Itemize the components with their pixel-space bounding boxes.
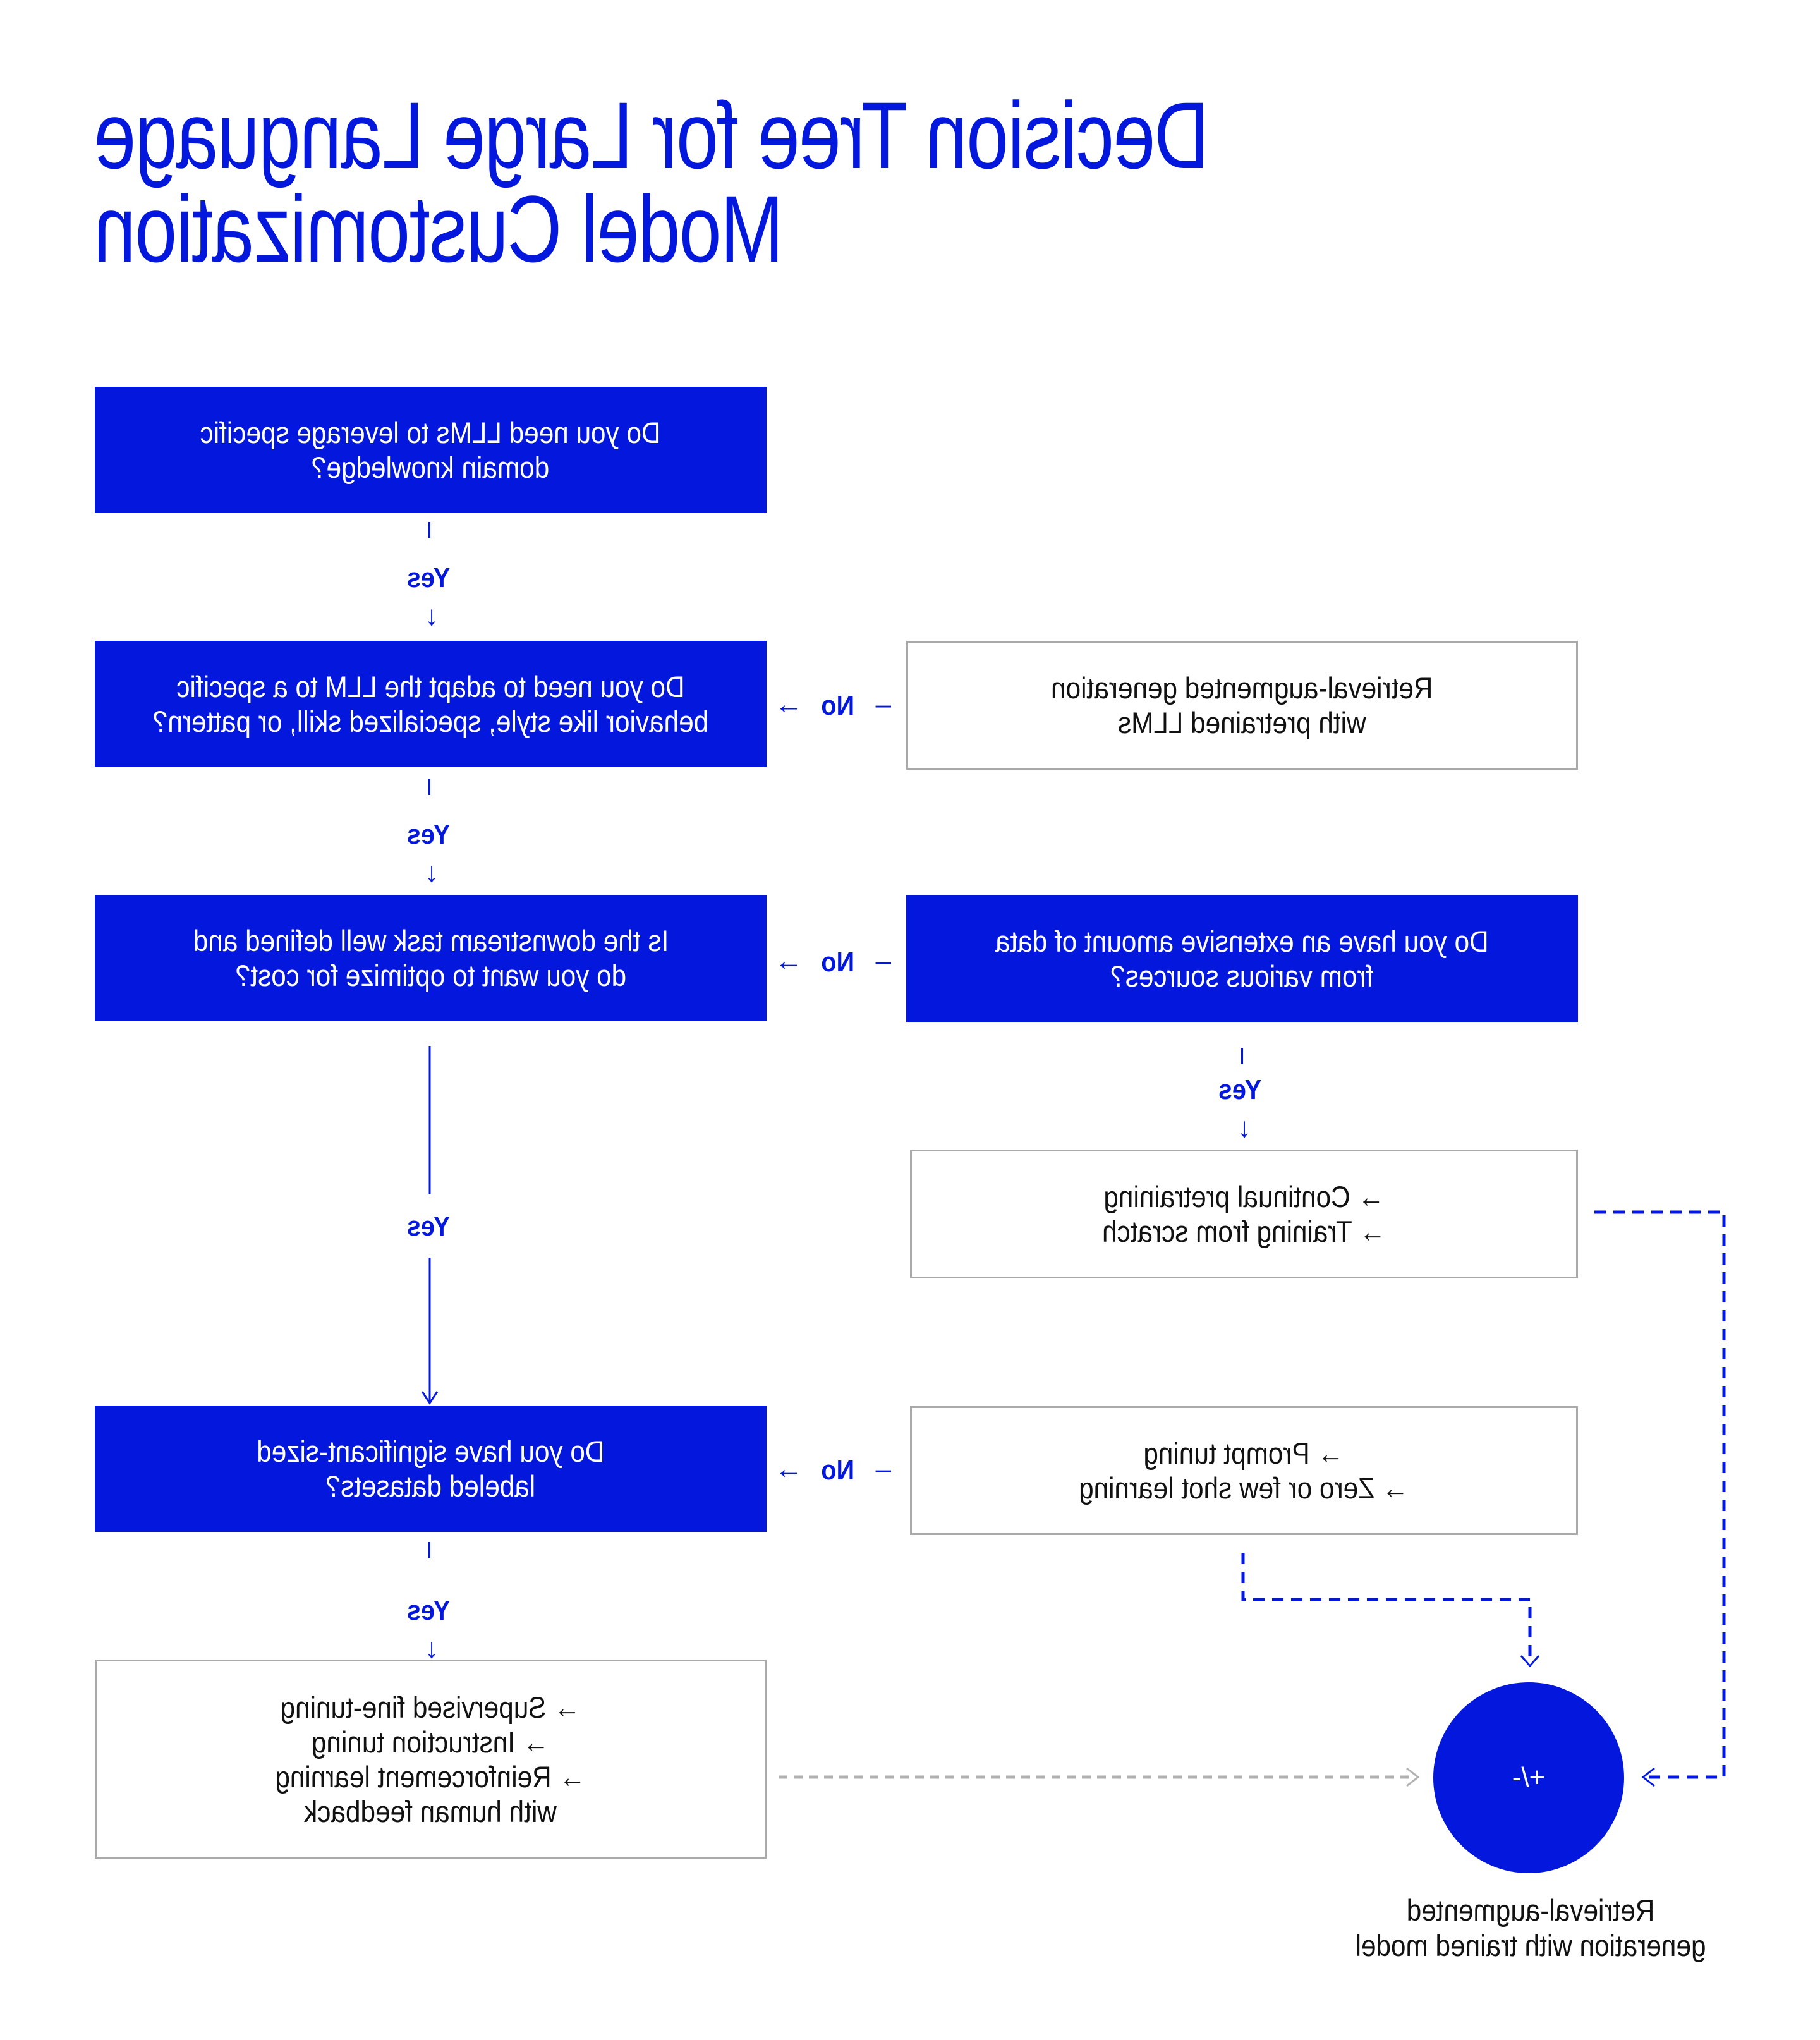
answer-line: → Instruction tuning	[312, 1725, 550, 1759]
arrowhead-circle-right	[1406, 1767, 1420, 1787]
question-line: Do you have an extensive amount of data	[995, 924, 1489, 958]
answer-prompt: → Prompt tuning → Zero or few shot learn…	[910, 1406, 1578, 1535]
dashed-connector-pretraining	[1594, 1210, 1726, 1779]
arrow-right-icon: →	[775, 1454, 803, 1484]
arrow-down-icon: ↓	[425, 1633, 439, 1664]
question-line: Do you have significant-sized	[257, 1435, 605, 1468]
title-line-1: Decision Tree for Large Language	[95, 82, 1210, 188]
question-extensive-data: Do you have an extensive amount of data …	[906, 895, 1578, 1022]
title-line-2: Model Customization	[95, 176, 784, 282]
question-task-defined: Is the downstream task well defined and …	[95, 895, 767, 1021]
rag-trained-model-label: Retrieval-augmented generation with trai…	[1332, 1893, 1730, 1964]
answer-line: → Reinforcement learning	[275, 1759, 586, 1794]
yes-label: Yes	[1218, 1074, 1262, 1105]
answer-pretraining: → Continual pretraining → Training from …	[910, 1150, 1578, 1278]
page-title: Decision Tree for Large Language Model C…	[95, 82, 1210, 282]
connector-tick	[425, 522, 435, 547]
arrow-down-icon: ↓	[1237, 1112, 1251, 1143]
combine-circle: +/-	[1433, 1682, 1624, 1873]
question-domain-knowledge: Do you need LLMs to leverage specific do…	[95, 387, 767, 513]
dash-icon: –	[875, 1454, 891, 1484]
connector-tick	[1237, 1048, 1247, 1073]
answer-line: → Supervised fine-tuning	[281, 1690, 581, 1724]
dash-icon: –	[875, 945, 891, 976]
question-line: domain knowledge?	[312, 451, 550, 484]
question-line: do you want to optimize for cost?	[235, 959, 626, 992]
arrow-right-icon: →	[775, 689, 803, 720]
arrowhead-circle-left	[1641, 1767, 1655, 1787]
no-label: No	[821, 690, 855, 721]
question-line: labeled datasets?	[325, 1469, 536, 1503]
yes-label: Yes	[406, 1211, 451, 1242]
answer-rag-pretrained: Retrieval-augmented generation with pret…	[906, 641, 1578, 770]
plus-minus-icon: +/-	[1512, 1762, 1546, 1793]
arrow-right-icon: →	[775, 945, 803, 976]
answer-line: → Training from scratch	[1102, 1215, 1386, 1248]
question-line: Is the downstream task well defined and	[193, 924, 669, 957]
connector-tick	[425, 1542, 435, 1567]
question-line: Do you need LLMs to leverage specific	[200, 416, 661, 449]
question-adapt-behavior: Do you need to adapt the LLM to a specif…	[95, 641, 767, 767]
question-labeled-datasets: Do you have significant-sized labeled da…	[95, 1406, 767, 1532]
connector-tick	[425, 779, 435, 804]
label-line: generation with trained model	[1355, 1929, 1706, 1962]
question-line: Do you need to adapt the LLM to a specif…	[176, 670, 685, 703]
arrow-down-icon: ↓	[425, 600, 439, 631]
no-label: No	[821, 947, 855, 978]
answer-line: with pretrained LLMs	[1118, 706, 1366, 739]
answer-finetuning: → Supervised fine-tuning → Instruction t…	[95, 1660, 767, 1859]
no-label: No	[821, 1455, 855, 1486]
yes-label: Yes	[406, 819, 451, 850]
arrowhead-q4	[421, 1391, 439, 1405]
question-line: behavior like style, specialized skill, …	[152, 705, 709, 738]
dashed-connector-prompt	[1241, 1553, 1532, 1662]
decision-tree-diagram: Decision Tree for Large Language Model C…	[0, 0, 1820, 2040]
yes-label: Yes	[406, 562, 451, 593]
arrow-down-icon: ↓	[425, 857, 439, 888]
answer-line: → Zero or few shot learning	[1079, 1471, 1409, 1505]
answer-line: with human feedback	[304, 1794, 557, 1828]
question-line: from various sources?	[1110, 959, 1374, 993]
answer-line: → Prompt tuning	[1143, 1436, 1345, 1470]
dash-icon: –	[875, 689, 891, 720]
yes-label: Yes	[406, 1595, 451, 1626]
answer-line: Retrieval-augmented generation	[1051, 671, 1433, 705]
label-line: Retrieval-augmented	[1406, 1893, 1655, 1927]
arrowhead-circle-top	[1520, 1655, 1540, 1668]
answer-line: → Continual pretraining	[1103, 1180, 1385, 1213]
